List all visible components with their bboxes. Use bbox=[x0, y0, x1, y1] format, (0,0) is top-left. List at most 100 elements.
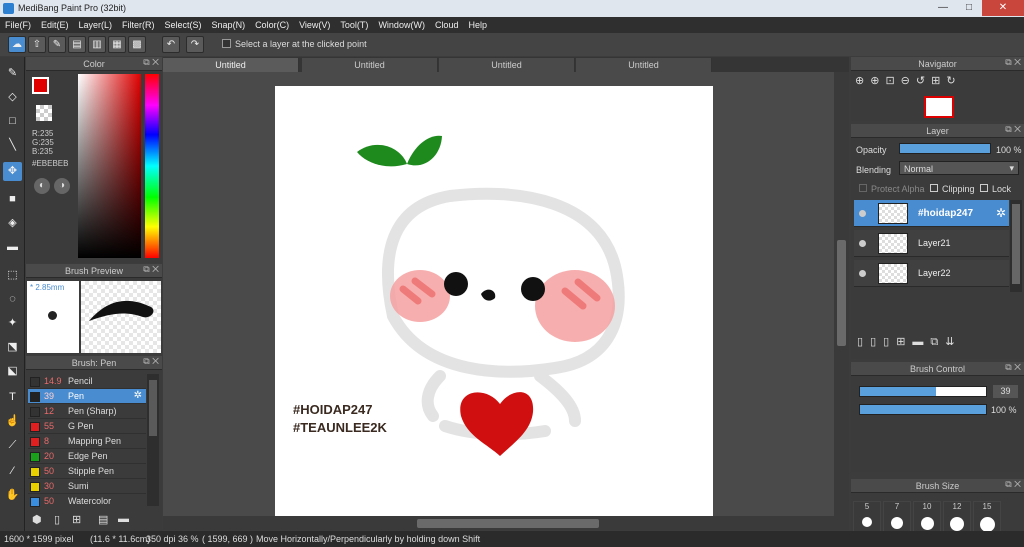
rotate-left-icon[interactable]: ↺ bbox=[916, 75, 931, 87]
canvas-area[interactable]: #HOIDAP247 #TEAUNLEE2K bbox=[163, 72, 834, 516]
select-rect-icon[interactable]: ⬚ bbox=[3, 266, 22, 285]
tab-untitled-1[interactable]: Untitled bbox=[163, 58, 299, 72]
bucket-tool-icon[interactable]: ◈ bbox=[3, 214, 22, 233]
new-brush-icon[interactable]: ▯ bbox=[54, 513, 60, 526]
undo-icon[interactable]: ↶ bbox=[162, 36, 180, 53]
background-color-swatch[interactable] bbox=[36, 105, 52, 121]
brush-item[interactable]: 8 Mapping Pen bbox=[28, 434, 146, 449]
tab-untitled-3[interactable]: Untitled bbox=[439, 58, 575, 72]
hand-tool-icon[interactable]: ✋ bbox=[3, 486, 22, 505]
zoom-in-2-icon[interactable]: ⊕ bbox=[870, 75, 885, 87]
tab-untitled-4[interactable]: Untitled bbox=[576, 58, 712, 72]
add-brush-icon[interactable]: ⊞ bbox=[72, 513, 81, 526]
actual-size-icon[interactable]: ⊞ bbox=[931, 75, 946, 87]
brush-item[interactable]: 30 Sumi bbox=[28, 479, 146, 494]
operation-tool-icon[interactable]: ☝ bbox=[3, 412, 22, 431]
tiles-icon[interactable]: ▩ bbox=[128, 36, 146, 53]
menu-layer[interactable]: Layer(L) bbox=[74, 17, 118, 33]
maximize-button[interactable]: □ bbox=[956, 0, 982, 16]
select-eraser-icon[interactable]: ⬕ bbox=[3, 362, 22, 381]
redo-icon[interactable]: ↷ bbox=[186, 36, 204, 53]
menu-edit[interactable]: Edit(E) bbox=[36, 17, 74, 33]
brush-size-value[interactable]: 39 bbox=[993, 385, 1018, 398]
menu-filter[interactable]: Filter(R) bbox=[117, 17, 160, 33]
close-button[interactable]: ✕ bbox=[982, 0, 1024, 16]
comment-icon[interactable]: ✎ bbox=[48, 36, 66, 53]
add-layer-menu-icon[interactable]: ⊞ bbox=[896, 336, 912, 348]
menu-select[interactable]: Select(S) bbox=[160, 17, 207, 33]
palette-icon[interactable]: ◐ bbox=[34, 178, 50, 194]
brush-item[interactable]: 55 G Pen bbox=[28, 419, 146, 434]
speech-icon[interactable]: ▤ bbox=[68, 36, 86, 53]
dot-tool-icon[interactable]: □ bbox=[3, 112, 22, 131]
eraser-tool-icon[interactable]: ◇ bbox=[3, 88, 22, 107]
move-tool-icon[interactable]: ✥ bbox=[3, 162, 22, 181]
upload-icon[interactable]: ⇧ bbox=[28, 36, 46, 53]
gradient-tool-icon[interactable]: ▬ bbox=[3, 238, 22, 257]
new-8bit-layer-icon[interactable]: ▯ bbox=[883, 336, 896, 348]
menu-cloud[interactable]: Cloud bbox=[430, 17, 464, 33]
menu-view[interactable]: View(V) bbox=[294, 17, 335, 33]
duplicate-layer-icon[interactable]: ⧉ bbox=[930, 336, 945, 348]
fit-icon[interactable]: ⊡ bbox=[885, 75, 900, 87]
text-tool-icon[interactable]: T bbox=[3, 388, 22, 407]
gear-icon[interactable]: ✲ bbox=[134, 390, 142, 401]
brush-list-scrollbar[interactable] bbox=[147, 374, 159, 506]
protect-alpha-checkbox[interactable] bbox=[859, 184, 867, 192]
divide-tool-icon[interactable]: ⁄ bbox=[3, 462, 22, 481]
palette-add-icon[interactable]: ◑ bbox=[54, 178, 70, 194]
menu-snap[interactable]: Snap(N) bbox=[207, 17, 251, 33]
layer-row[interactable]: Layer21 bbox=[854, 230, 1009, 257]
select-pen-icon[interactable]: ⬔ bbox=[3, 338, 22, 357]
brush-size-15[interactable]: 15 bbox=[973, 501, 1001, 533]
brush-item[interactable]: 39 Pen ✲ bbox=[28, 389, 146, 404]
hue-slider[interactable] bbox=[145, 74, 159, 258]
grid-icon[interactable]: ▦ bbox=[108, 36, 126, 53]
brush-tool-icon[interactable]: ✎ bbox=[3, 64, 22, 83]
menu-file[interactable]: File(F) bbox=[0, 17, 36, 33]
copy-brush-icon[interactable]: ▤ bbox=[98, 513, 108, 526]
panel-close-icon[interactable]: ⧉ ✕ bbox=[143, 356, 159, 367]
layer-row[interactable]: #hoidap247 ✲ bbox=[854, 200, 1009, 227]
eye-icon[interactable] bbox=[859, 240, 866, 247]
navigator-thumbnail[interactable] bbox=[924, 96, 954, 118]
clipping-checkbox[interactable] bbox=[930, 184, 938, 192]
layer-opacity-slider[interactable] bbox=[899, 143, 991, 154]
zoom-out-icon[interactable]: ⊖ bbox=[901, 75, 916, 87]
brush-item[interactable]: 50 Stipple Pen bbox=[28, 464, 146, 479]
folder-icon[interactable]: ▬ bbox=[912, 336, 930, 348]
panel-close-icon[interactable]: ⧉ ✕ bbox=[1005, 479, 1021, 490]
panel-close-icon[interactable]: ⧉ ✕ bbox=[143, 264, 159, 275]
gear-icon[interactable]: ✲ bbox=[996, 206, 1006, 220]
magic-wand-icon[interactable]: ✦ bbox=[3, 314, 22, 333]
lock-checkbox[interactable] bbox=[980, 184, 988, 192]
cloud-icon[interactable]: ☁ bbox=[8, 36, 26, 53]
vertical-scrollbar[interactable] bbox=[834, 72, 849, 516]
rotate-right-icon[interactable]: ↻ bbox=[946, 75, 961, 87]
eye-icon[interactable] bbox=[859, 210, 866, 217]
select-lasso-icon[interactable]: ◌ bbox=[3, 290, 22, 309]
menu-color[interactable]: Color(C) bbox=[250, 17, 294, 33]
minimize-button[interactable]: — bbox=[930, 0, 956, 16]
brush-item[interactable]: 50 Watercolor bbox=[28, 494, 146, 509]
new-halftone-layer-icon[interactable]: ▯ bbox=[870, 336, 883, 348]
merge-layer-icon[interactable]: ⇊ bbox=[945, 336, 961, 348]
brush-item[interactable]: 12 Pen (Sharp) bbox=[28, 404, 146, 419]
tab-untitled-2[interactable]: Untitled bbox=[302, 58, 438, 72]
horizontal-scrollbar[interactable] bbox=[163, 516, 849, 530]
panel-close-icon[interactable]: ⧉ ✕ bbox=[1005, 57, 1021, 68]
menu-tool[interactable]: Tool(T) bbox=[335, 17, 373, 33]
select-layer-checkbox[interactable] bbox=[222, 39, 231, 48]
brush-opacity-slider[interactable] bbox=[859, 404, 987, 415]
folder-icon[interactable]: ▬ bbox=[118, 513, 129, 525]
brush-item[interactable]: 14.9 Pencil bbox=[28, 374, 146, 389]
new-layer-icon[interactable]: ▯ bbox=[857, 336, 870, 348]
drawing-canvas[interactable]: #HOIDAP247 #TEAUNLEE2K bbox=[275, 86, 713, 516]
foreground-color-swatch[interactable] bbox=[32, 77, 49, 94]
selection-pen-icon[interactable]: ╲ bbox=[3, 136, 22, 155]
panel-close-icon[interactable]: ⧉ ✕ bbox=[1005, 124, 1021, 135]
brush-size-12[interactable]: 12 bbox=[943, 501, 971, 533]
layer-scrollbar[interactable] bbox=[1010, 200, 1022, 292]
menu-help[interactable]: Help bbox=[463, 17, 492, 33]
blending-select[interactable]: Normal ▾ bbox=[899, 161, 1019, 175]
